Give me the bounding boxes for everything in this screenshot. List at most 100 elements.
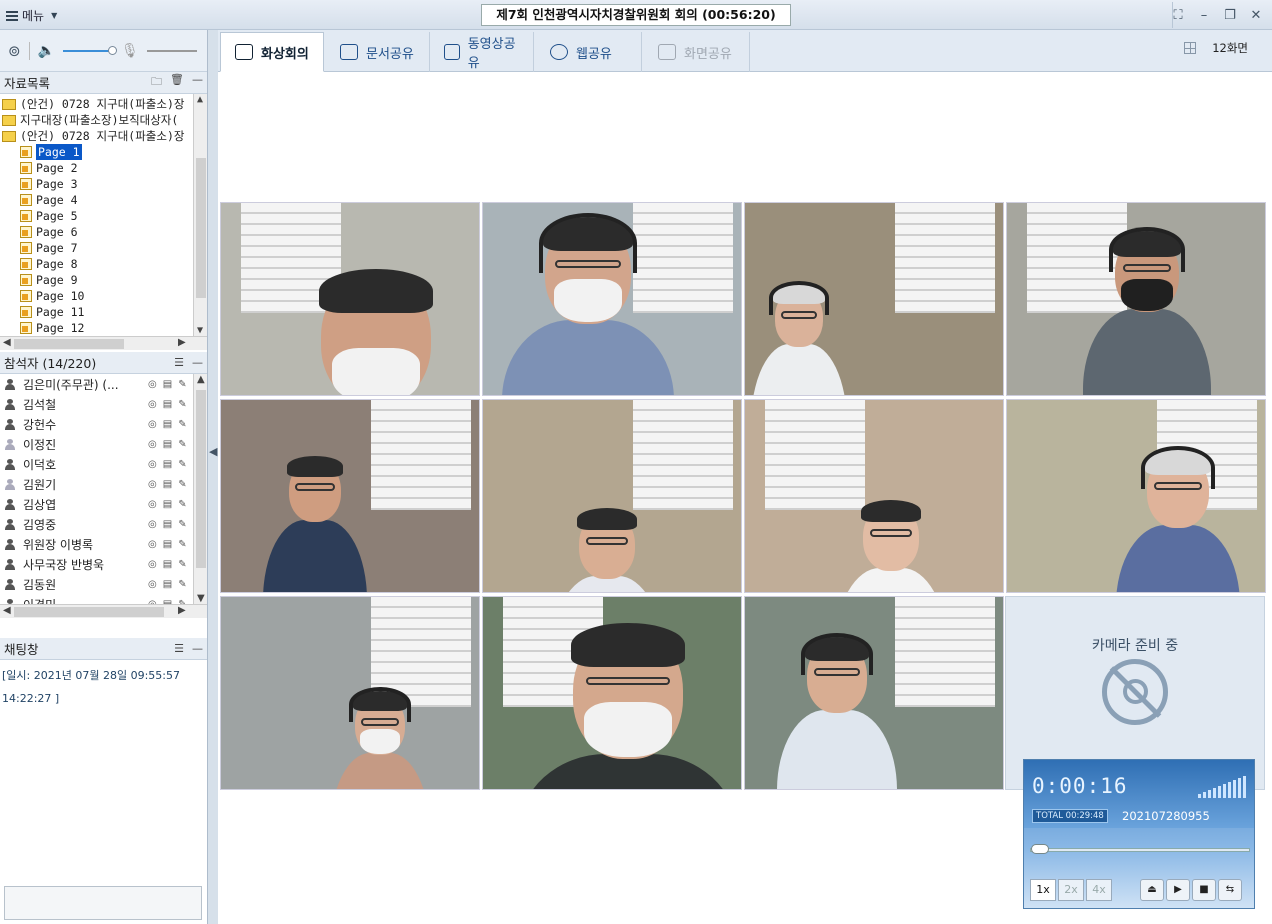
video-tile[interactable] [744,399,1004,593]
slider-knob[interactable] [108,45,118,55]
attendee-row[interactable]: 이경민◎▤✎ [0,594,192,604]
chat-input[interactable] [4,886,202,920]
scroll-up-icon[interactable]: ▲ [197,374,205,385]
materials-vscroll[interactable]: ▲ ▼ [193,94,207,336]
microphone-icon[interactable]: 🎙 [121,43,139,59]
tree-page[interactable]: Page 2 [0,160,192,176]
attendee-row[interactable]: 김석철 ◎ ▤ ✎ [0,394,192,414]
attendee-row[interactable]: 김영중 ◎ ▤ ✎ [0,514,192,534]
collapse-left-icon[interactable]: ◀ [209,445,217,458]
new-folder-icon[interactable]: 🗀 [151,73,162,92]
mic-volume-slider[interactable] [146,49,197,52]
page-label: Page 10 [36,289,85,303]
tree-folder[interactable]: (안건) 0728 지구대(파출소)장 . [0,128,192,144]
collapse-icon[interactable]: — [192,642,203,655]
layout-selector[interactable]: 12화면 [1184,40,1248,56]
scroll-right-icon[interactable]: ▶ [178,605,186,616]
participant-body [263,519,367,592]
attendee-row[interactable]: 이덕호 ◎ ▤ ✎ [0,454,192,474]
menu-button[interactable]: 메뉴 ▼ [6,7,57,24]
scroll-thumb[interactable] [14,607,164,617]
tab-document-share[interactable]: 문서공유 [326,32,430,72]
video-tile[interactable] [220,596,480,790]
document-icon: ▤ [162,438,173,450]
attendee-name: 김영중 [23,517,57,532]
speaker-icon[interactable]: 🔈 [38,43,55,59]
tree-page[interactable]: Page 8 [0,256,192,272]
video-tile[interactable] [220,399,480,593]
close-icon[interactable]: ✕ [1246,5,1266,25]
fullscreen-icon[interactable]: ⛶ [1168,5,1188,25]
video-tile[interactable] [1006,399,1266,593]
attendee-row[interactable]: 김은미(주무관) (... ◎ ▤ ✎ [0,374,192,394]
no-camera-icon [1102,659,1168,725]
video-tile[interactable] [482,596,742,790]
attendee-row[interactable]: 사무국장 반병욱 ◎ ▤ ✎ [0,554,192,574]
list-menu-icon[interactable]: ☰ [174,642,184,655]
attendee-row[interactable]: 김원기 ◎ ▤ ✎ [0,474,192,494]
tree-folder[interactable]: (안건) 0728 지구대(파출소)장 . [0,96,192,112]
tree-page[interactable]: Page 7 [0,240,192,256]
scroll-thumb[interactable] [196,158,206,298]
attendee-row[interactable]: 이정진 ◎ ▤ ✎ [0,434,192,454]
tab-video-conference[interactable]: 화상회의 [220,32,324,72]
document-icon: ▤ [162,478,173,490]
tree-page[interactable]: Page 9 [0,272,192,288]
minimize-icon[interactable]: – [1194,5,1214,25]
video-tile[interactable] [482,202,742,396]
attendee-row[interactable]: 강헌수 ◎ ▤ ✎ [0,414,192,434]
attendee-status: ◎ ▤ ✎ [148,539,187,550]
recording-player: 0:00:16 TOTAL 00:29:48 202107280955 1x 2… [1023,759,1255,909]
scroll-left-icon[interactable]: ◀ [3,337,11,348]
tree-page[interactable]: Page 4 [0,192,192,208]
attendees-vscroll[interactable]: ▲ ▼ [193,374,207,604]
collapse-icon[interactable]: — [192,356,203,369]
attendee-row[interactable]: 김상엽 ◎ ▤ ✎ [0,494,192,514]
tree-page[interactable]: Page 3 [0,176,192,192]
speaker-volume-slider[interactable] [63,45,118,55]
scroll-down-icon[interactable]: ▼ [197,325,203,336]
switch-icon[interactable]: ⇆ [1218,879,1242,901]
tab-web-share[interactable]: 웹공유 [536,32,642,72]
trash-icon[interactable]: 🗑 [170,73,184,92]
attendee-row[interactable]: 김동원 ◎ ▤ ✎ [0,574,192,594]
restore-icon[interactable]: ❐ [1220,5,1240,25]
scroll-thumb[interactable] [196,390,206,568]
scroll-left-icon[interactable]: ◀ [3,605,11,616]
tab-video-share[interactable]: 동영상공유 [430,32,534,72]
eject-icon[interactable]: ⏏ [1140,879,1164,901]
video-tile[interactable] [744,596,1004,790]
tree-page[interactable]: Page 6 [0,224,192,240]
scroll-right-icon[interactable]: ▶ [178,337,186,348]
panel-splitter[interactable]: ◀ [208,30,218,924]
tree-page[interactable]: Page 11 [0,304,192,320]
play-icon[interactable]: ▶ [1166,879,1190,901]
attendee-status: ◎ ▤ ✎ [148,559,187,570]
seek-knob[interactable] [1031,844,1049,854]
tree-page[interactable]: Page 5 [0,208,192,224]
stop-icon[interactable]: ■ [1192,879,1216,901]
tree-folder[interactable]: 지구대장(파출소장)보직대상자( [0,112,192,128]
video-tile[interactable] [1006,202,1266,396]
scroll-down-icon[interactable]: ▼ [197,593,205,604]
collapse-icon[interactable]: — [192,73,203,92]
video-tile[interactable] [482,399,742,593]
attendee-row[interactable]: 위원장 이병록 ◎ ▤ ✎ [0,534,192,554]
scroll-thumb[interactable] [14,339,124,349]
speed-1x-button[interactable]: 1x [1030,879,1056,901]
materials-hscroll[interactable]: ◀ ▶ [0,336,207,350]
video-tile[interactable] [220,202,480,396]
tree-page[interactable]: Page 12 [0,320,192,336]
speed-4x-button[interactable]: 4x [1086,879,1112,901]
headset [539,213,637,274]
video-tile[interactable] [744,202,1004,396]
camera-settings-icon[interactable]: ⊚ [8,42,21,60]
attendee-status: ◎ ▤ ✎ [148,479,187,490]
speed-2x-button[interactable]: 2x [1058,879,1084,901]
tree-page[interactable]: Page 10 [0,288,192,304]
seek-bar[interactable] [1030,844,1250,854]
tree-page[interactable]: Page 1 [0,143,192,161]
attendees-hscroll[interactable]: ◀ ▶ [0,604,207,618]
list-menu-icon[interactable]: ☰ [174,356,184,369]
scroll-up-icon[interactable]: ▲ [197,94,203,105]
